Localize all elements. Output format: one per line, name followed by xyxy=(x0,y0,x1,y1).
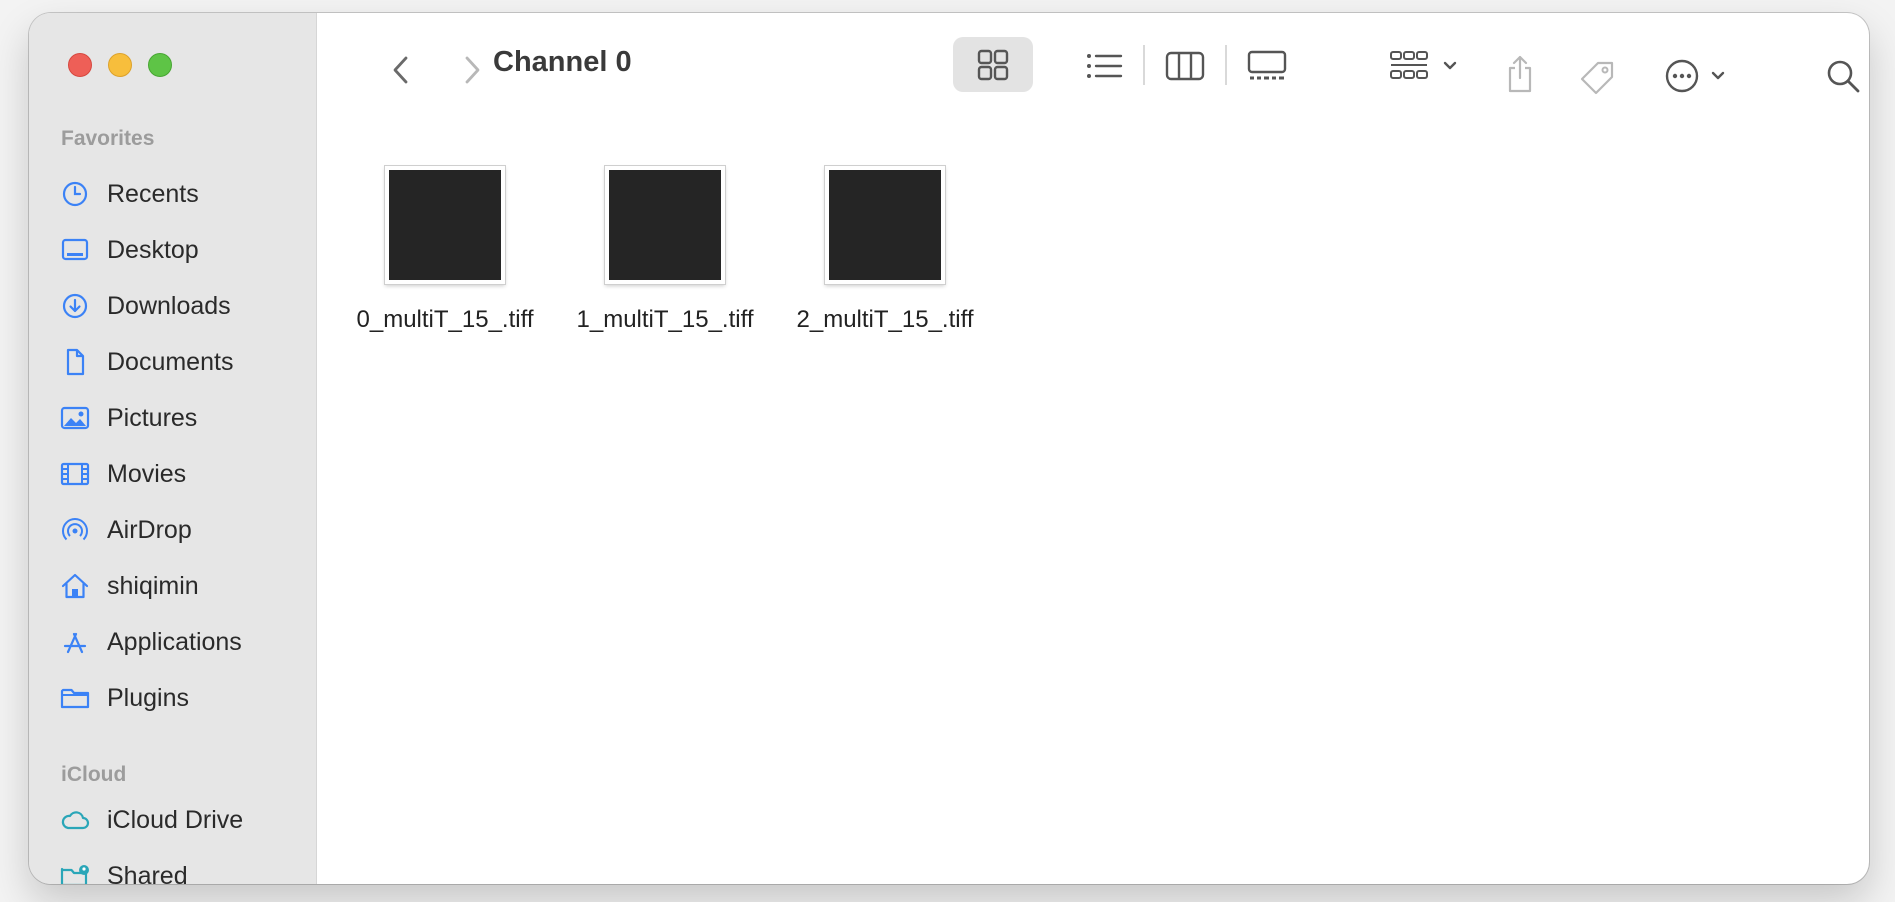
airdrop-icon xyxy=(59,514,91,546)
file-name: 1_multiT_15_.tiff xyxy=(576,306,754,333)
sidebar-item-plugins[interactable]: Plugins xyxy=(59,676,309,720)
gallery-icon xyxy=(1247,50,1287,80)
view-columns-button[interactable] xyxy=(1165,49,1205,83)
search-button[interactable] xyxy=(1824,57,1862,95)
file-thumbnail xyxy=(605,166,725,284)
sidebar-item-desktop[interactable]: Desktop xyxy=(59,228,309,272)
favorites-header: Favorites xyxy=(61,127,155,150)
photo-icon xyxy=(59,402,91,434)
tag-icon xyxy=(1580,61,1614,95)
file-thumbnail xyxy=(825,166,945,284)
sidebar-item-downloads[interactable]: Downloads xyxy=(59,284,309,328)
desktop-icon xyxy=(59,234,91,266)
close-window-button[interactable] xyxy=(68,53,92,77)
chevron-right-icon xyxy=(465,56,480,84)
sidebar-item-label: AirDrop xyxy=(107,515,192,544)
view-gallery-button[interactable] xyxy=(1247,49,1287,83)
list-icon xyxy=(1087,54,1123,78)
view-list-button[interactable] xyxy=(1084,49,1124,83)
sidebar-item-airdrop[interactable]: AirDrop xyxy=(59,508,309,552)
more-actions-button[interactable] xyxy=(1663,57,1735,95)
view-icons-button[interactable] xyxy=(953,37,1033,92)
sidebar-item-documents[interactable]: Documents xyxy=(59,340,309,384)
sidebar-item-label: shiqimin xyxy=(107,571,199,600)
folder-icon xyxy=(59,682,91,714)
icloud-header: iCloud xyxy=(61,763,127,786)
toolbar-separator xyxy=(1143,45,1145,85)
ellipsis-circle-chevron-icon xyxy=(1665,59,1725,93)
file-name: 0_multiT_15_.tiff xyxy=(356,306,534,333)
share-icon xyxy=(1508,55,1532,93)
zoom-window-button[interactable] xyxy=(148,53,172,77)
sidebar-item-recents[interactable]: Recents xyxy=(59,172,309,216)
columns-icon xyxy=(1165,51,1205,81)
sidebar: Favorites Recents Desktop Downloads Docu… xyxy=(29,13,317,884)
forward-button[interactable] xyxy=(455,53,489,87)
search-icon xyxy=(1827,60,1860,93)
applications-icon xyxy=(59,626,91,658)
home-icon xyxy=(59,570,91,602)
file-item[interactable]: 1_multiT_15_.tiff xyxy=(565,153,765,334)
finder-window: Favorites Recents Desktop Downloads Docu… xyxy=(29,13,1869,884)
sidebar-item-label: Downloads xyxy=(107,291,231,320)
sidebar-item-label: Pictures xyxy=(107,403,198,432)
window-title: Channel 0 xyxy=(493,46,632,78)
sidebar-item-applications[interactable]: Applications xyxy=(59,620,309,664)
sidebar-item-label: Desktop xyxy=(107,235,199,264)
group-grid-chevron-icon xyxy=(1390,51,1457,79)
shared-folder-icon xyxy=(59,860,91,884)
minimize-window-button[interactable] xyxy=(108,53,132,77)
tags-button[interactable] xyxy=(1578,57,1618,97)
film-icon xyxy=(59,458,91,490)
sidebar-item-label: Documents xyxy=(107,347,234,376)
sidebar-item-icloud-drive[interactable]: iCloud Drive xyxy=(59,798,309,842)
sidebar-item-label: Recents xyxy=(107,179,199,208)
sidebar-item-label: Applications xyxy=(107,627,242,656)
back-button[interactable] xyxy=(384,53,418,87)
grid-icon xyxy=(977,49,1009,80)
file-thumbnail xyxy=(385,166,505,284)
sidebar-item-home[interactable]: shiqimin xyxy=(59,564,309,608)
cloud-icon xyxy=(59,804,91,836)
group-by-button[interactable] xyxy=(1389,49,1465,83)
file-item[interactable]: 0_multiT_15_.tiff xyxy=(345,153,545,334)
sidebar-item-label: iCloud Drive xyxy=(107,805,244,834)
clock-icon xyxy=(59,178,91,210)
sidebar-item-movies[interactable]: Movies xyxy=(59,452,309,496)
file-name: 2_multiT_15_.tiff xyxy=(796,306,974,333)
download-icon xyxy=(59,290,91,322)
sidebar-item-label: Movies xyxy=(107,459,187,488)
sidebar-item-label: Plugins xyxy=(107,683,189,712)
sidebar-item-label: Shared xyxy=(107,861,188,885)
document-icon xyxy=(59,346,91,378)
toolbar-separator xyxy=(1225,45,1227,85)
sidebar-item-pictures[interactable]: Pictures xyxy=(59,396,309,440)
sidebar-item-shared[interactable]: Shared xyxy=(59,854,309,884)
file-item[interactable]: 2_multiT_15_.tiff xyxy=(785,153,985,334)
share-button[interactable] xyxy=(1503,53,1537,95)
chevron-left-icon xyxy=(393,56,408,84)
